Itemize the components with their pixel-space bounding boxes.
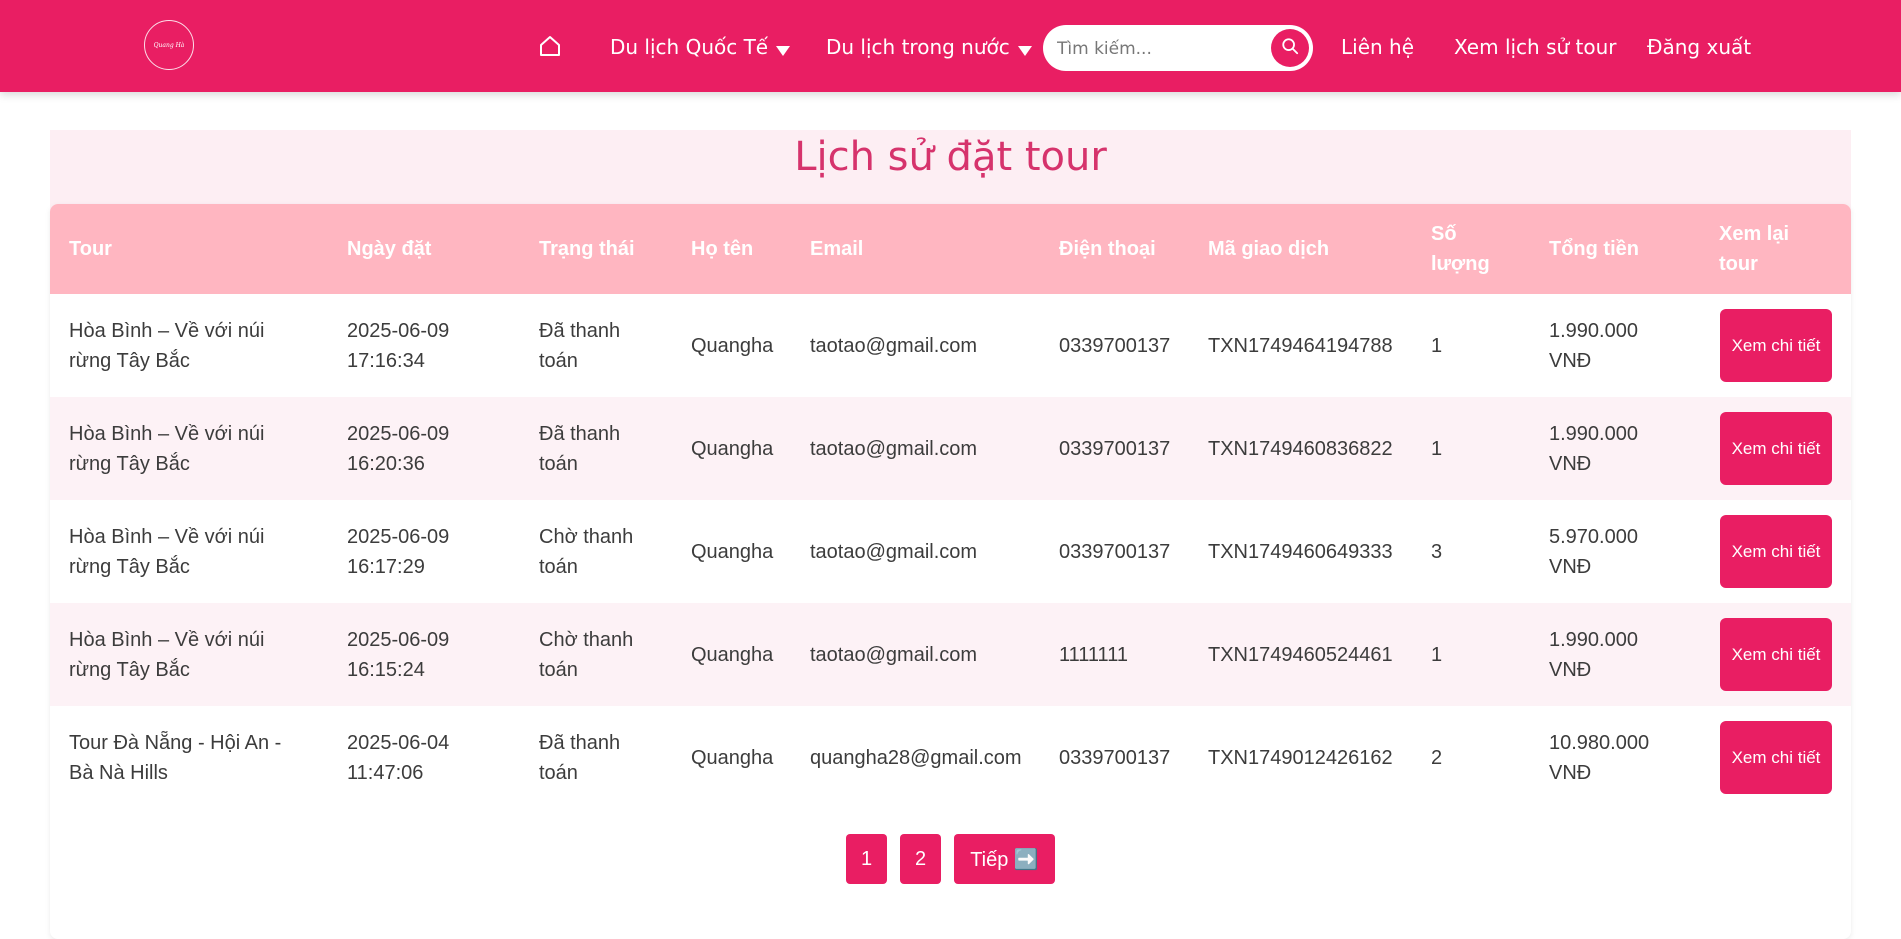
cell-total: 5.970.000 VNĐ <box>1549 525 1638 578</box>
home-icon[interactable] <box>538 34 562 58</box>
table-row: Tour Đà Nẵng - Hội An - Bà Nà Hills 2025… <box>50 706 1851 809</box>
table-row: Hòa Bình – Về với núi rừng Tây Bắc 2025-… <box>50 603 1851 706</box>
cell-status: Đã thanh toán <box>539 319 621 372</box>
cell-date: 2025-06-09 16:15:24 <box>347 628 450 681</box>
cell-txn: TXN1749464194788 <box>1208 334 1393 357</box>
cell-qty: 1 <box>1431 334 1443 357</box>
cell-tour: Hòa Bình – Về với núi rừng Tây Bắc <box>69 319 265 372</box>
header-txn: Mã giao dịch <box>1208 238 1330 260</box>
header-view: Xem lại tour <box>1719 223 1790 275</box>
header-tour: Tour <box>69 238 112 260</box>
view-detail-button[interactable]: Xem chi tiết <box>1720 412 1832 485</box>
cell-tour: Hòa Bình – Về với núi rừng Tây Bắc <box>69 422 265 475</box>
nav-history-link[interactable]: Xem lịch sử tour <box>1454 34 1617 60</box>
cell-email: quangha28@gmail.com <box>810 746 1022 769</box>
nav-domestic-dropdown[interactable]: Du lịch trong nước <box>826 34 1032 60</box>
cell-qty: 2 <box>1431 746 1443 769</box>
header-phone: Điện thoại <box>1059 238 1156 260</box>
header-email: Email <box>810 238 864 260</box>
page-title: Lịch sử đặt tour <box>794 134 1107 180</box>
cell-name: Quangha <box>691 334 774 357</box>
header-name: Họ tên <box>691 238 754 260</box>
nav-intl-label: Du lịch Quốc Tế <box>610 35 769 59</box>
cell-status: Đã thanh toán <box>539 422 621 475</box>
search-input[interactable] <box>1055 33 1259 65</box>
booking-table: Tour Ngày đặt Trạng thái Họ tên Email Đi… <box>50 204 1851 939</box>
cell-name: Quangha <box>691 540 774 563</box>
view-detail-button[interactable]: Xem chi tiết <box>1720 721 1832 794</box>
cell-tour: Tour Đà Nẵng - Hội An - Bà Nà Hills <box>69 731 282 784</box>
cell-date: 2025-06-04 11:47:06 <box>347 731 450 784</box>
nav-contact-link[interactable]: Liên hệ <box>1341 34 1414 60</box>
header-qty: Số lượng <box>1431 223 1490 275</box>
cell-status: Chờ thanh toán <box>539 525 634 578</box>
cell-txn: TXN1749460836822 <box>1208 437 1393 460</box>
nav-logout-link[interactable]: Đăng xuất <box>1647 34 1751 60</box>
cell-name: Quangha <box>691 643 774 666</box>
cell-qty: 1 <box>1431 437 1443 460</box>
cell-total: 1.990.000 VNĐ <box>1549 422 1638 475</box>
caret-down-icon <box>776 36 791 62</box>
cell-email: taotao@gmail.com <box>810 334 978 357</box>
cell-email: taotao@gmail.com <box>810 643 978 666</box>
search-box <box>1043 25 1313 71</box>
header-status: Trạng thái <box>539 238 635 260</box>
cell-phone: 0339700137 <box>1059 334 1171 357</box>
cell-total: 10.980.000 VNĐ <box>1549 731 1650 784</box>
cell-date: 2025-06-09 16:20:36 <box>347 422 450 475</box>
caret-down-icon <box>1017 36 1032 62</box>
search-button[interactable] <box>1271 29 1309 67</box>
header-total: Tổng tiền <box>1549 238 1639 260</box>
table-header: Tour Ngày đặt Trạng thái Họ tên Email Đi… <box>50 204 1851 294</box>
table-row: Hòa Bình – Về với núi rừng Tây Bắc 2025-… <box>50 500 1851 603</box>
page-2-button[interactable]: 2 <box>900 834 941 884</box>
cell-txn: TXN1749012426162 <box>1208 746 1393 769</box>
cell-status: Chờ thanh toán <box>539 628 634 681</box>
cell-total: 1.990.000 VNĐ <box>1549 319 1638 372</box>
cell-tour: Hòa Bình – Về với núi rừng Tây Bắc <box>69 628 265 681</box>
cell-email: taotao@gmail.com <box>810 437 978 460</box>
cell-phone: 0339700137 <box>1059 540 1171 563</box>
nav-intl-dropdown[interactable]: Du lịch Quốc Tế <box>610 34 791 62</box>
cell-tour: Hòa Bình – Về với núi rừng Tây Bắc <box>69 525 265 578</box>
nav-domestic-label: Du lịch trong nước <box>826 35 1010 59</box>
cell-name: Quangha <box>691 746 774 769</box>
page-1-button[interactable]: 1 <box>846 834 887 884</box>
cell-total: 1.990.000 VNĐ <box>1549 628 1638 681</box>
history-panel: Lịch sử đặt tour Tour Ngày đặt Trạng thá… <box>50 130 1851 939</box>
search-icon <box>1281 37 1299 60</box>
cell-phone: 1111111 <box>1059 643 1128 666</box>
cell-txn: TXN1749460649333 <box>1208 540 1393 563</box>
next-page-button[interactable]: Tiếp ➡️ <box>954 834 1055 884</box>
cell-date: 2025-06-09 17:16:34 <box>347 319 450 372</box>
cell-phone: 0339700137 <box>1059 437 1171 460</box>
navbar: Quang Hà Du lịch Quốc Tế Du lịch trong n… <box>0 0 1901 92</box>
view-detail-button[interactable]: Xem chi tiết <box>1720 515 1832 588</box>
cell-date: 2025-06-09 16:17:29 <box>347 525 450 578</box>
cell-email: taotao@gmail.com <box>810 540 978 563</box>
cell-txn: TXN1749460524461 <box>1208 643 1393 666</box>
cell-name: Quangha <box>691 437 774 460</box>
view-detail-button[interactable]: Xem chi tiết <box>1720 618 1832 691</box>
table-row: Hòa Bình – Về với núi rừng Tây Bắc 2025-… <box>50 294 1851 397</box>
cell-qty: 3 <box>1431 540 1443 563</box>
header-date: Ngày đặt <box>347 238 432 260</box>
logo[interactable]: Quang Hà <box>144 20 194 70</box>
view-detail-button[interactable]: Xem chi tiết <box>1720 309 1832 382</box>
table-row: Hòa Bình – Về với núi rừng Tây Bắc 2025-… <box>50 397 1851 500</box>
cell-qty: 1 <box>1431 643 1443 666</box>
cell-phone: 0339700137 <box>1059 746 1171 769</box>
cell-status: Đã thanh toán <box>539 731 621 784</box>
